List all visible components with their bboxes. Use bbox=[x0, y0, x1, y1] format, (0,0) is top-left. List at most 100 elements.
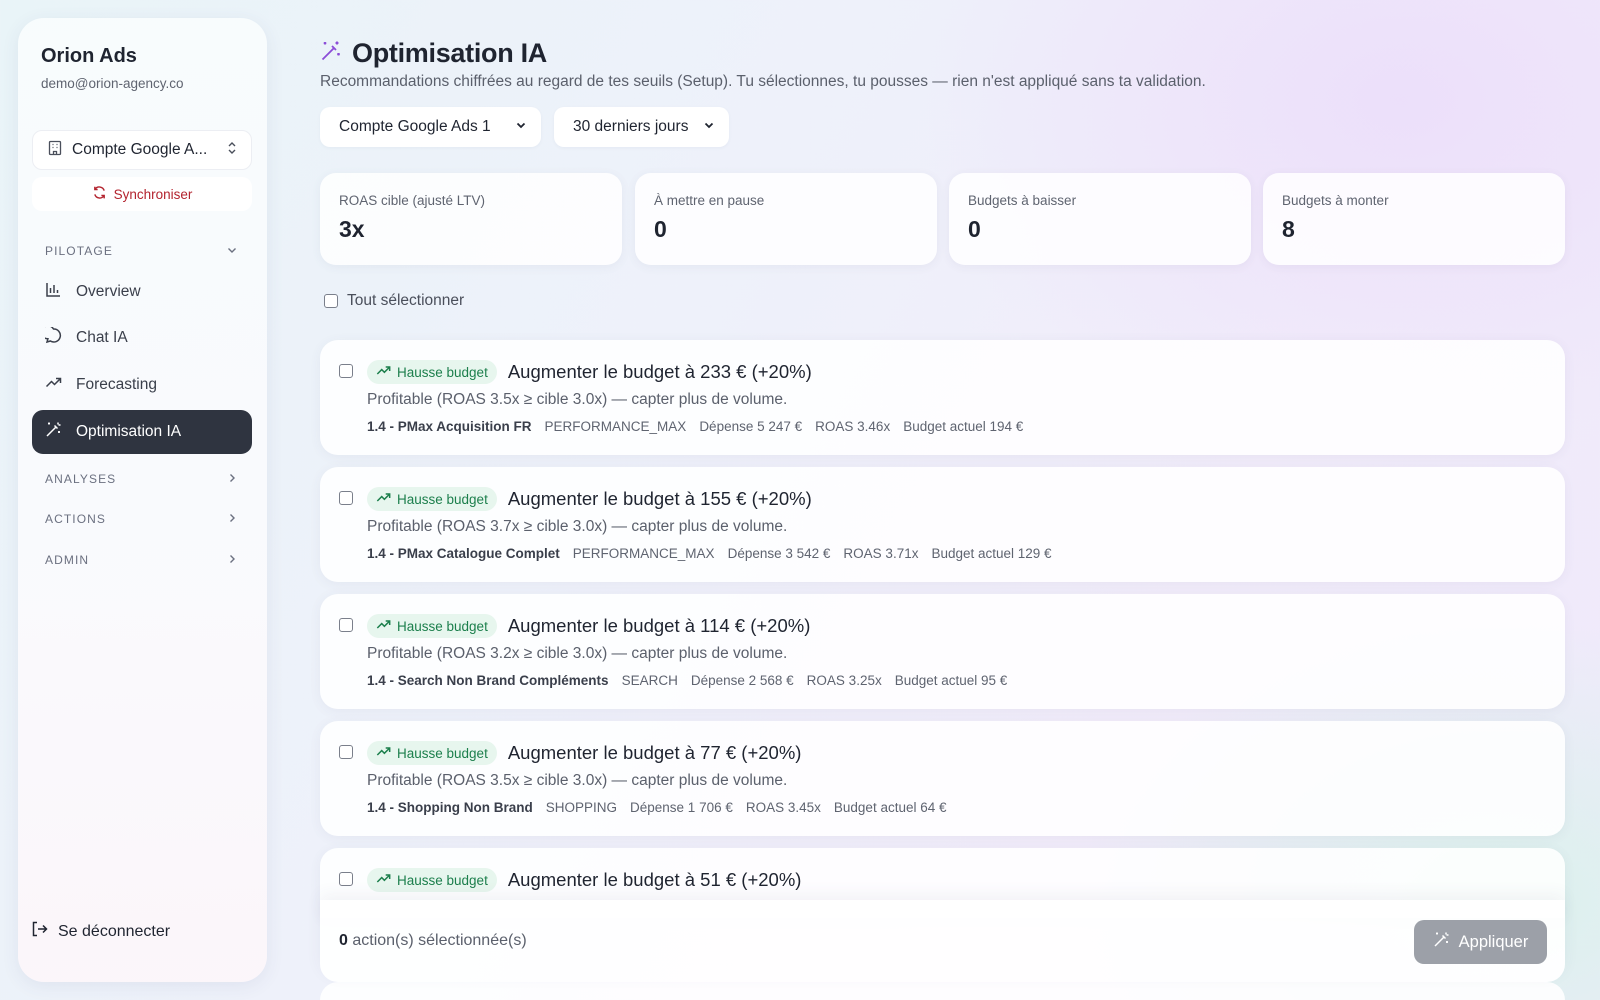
trending-up-icon bbox=[376, 363, 391, 381]
chevron-right-icon bbox=[226, 553, 238, 568]
campaign-budget: Budget actuel 64 € bbox=[833, 800, 947, 815]
badge-label: Hausse budget bbox=[397, 491, 488, 507]
magic-wand-icon bbox=[45, 421, 62, 443]
account-filter-select[interactable]: Compte Google Ads 1 bbox=[320, 107, 541, 147]
campaign-name: 1.4 - PMax Catalogue Complet bbox=[367, 546, 560, 561]
campaign-name: 1.4 - PMax Acquisition FR bbox=[367, 419, 532, 434]
chevron-updown-icon bbox=[227, 141, 237, 160]
campaign-type: SHOPPING bbox=[545, 800, 618, 815]
recommendation-meta: 1.4 - PMax Acquisition FR PERFORMANCE_MA… bbox=[367, 419, 1023, 434]
selection-count: 0 action(s) sélectionnée(s) bbox=[339, 932, 527, 950]
trending-up-icon bbox=[376, 744, 391, 762]
badge-label: Hausse budget bbox=[397, 364, 488, 380]
page-title: Optimisation IA bbox=[352, 38, 548, 68]
recommendation-checkbox[interactable] bbox=[339, 872, 353, 886]
campaign-roas: ROAS 3.46x bbox=[815, 419, 891, 434]
recommendation-card: Hausse budget Augmenter le budget à 77 €… bbox=[320, 721, 1565, 836]
sidebar-item-label: Optimisation IA bbox=[76, 423, 182, 440]
recommendation-description: Profitable (ROAS 3.5x ≥ cible 3.0x) — ca… bbox=[367, 391, 788, 408]
recommendation-meta: 1.4 - Shopping Non Brand SHOPPING Dépens… bbox=[367, 800, 947, 815]
select-all-label: Tout sélectionner bbox=[347, 292, 465, 309]
trending-up-icon bbox=[376, 617, 391, 635]
recommendation-card: Hausse budget Augmenter le budget à 233 … bbox=[320, 340, 1565, 455]
campaign-spend: Dépense 2 568 € bbox=[690, 673, 794, 688]
recommendation-meta: 1.4 - PMax Catalogue Complet PERFORMANCE… bbox=[367, 546, 1052, 561]
sync-button[interactable]: Synchroniser bbox=[32, 177, 252, 211]
sidebar-item-chat-ia[interactable]: Chat IA bbox=[32, 316, 252, 360]
status-badge: Hausse budget bbox=[367, 487, 497, 511]
nav-group-label: ANALYSES bbox=[45, 472, 117, 486]
chevron-right-icon bbox=[226, 472, 238, 487]
campaign-roas: ROAS 3.45x bbox=[745, 800, 821, 815]
page-header: Optimisation IA bbox=[320, 38, 547, 69]
nav-group-admin[interactable]: ADMIN bbox=[32, 545, 252, 575]
sidebar-item-optimisation-ia[interactable]: Optimisation IA bbox=[32, 410, 252, 454]
nav-group-actions[interactable]: ACTIONS bbox=[32, 504, 252, 534]
nav-group-analyses[interactable]: ANALYSES bbox=[32, 464, 252, 494]
recommendation-title: Augmenter le budget à 155 € (+20%) bbox=[507, 488, 812, 509]
status-badge: Hausse budget bbox=[367, 741, 497, 765]
campaign-name: 1.4 - Shopping Non Brand bbox=[367, 800, 533, 815]
status-badge: Hausse budget bbox=[367, 614, 497, 638]
recommendation-checkbox[interactable] bbox=[339, 364, 353, 378]
chevron-down-icon bbox=[703, 118, 715, 136]
apply-label: Appliquer bbox=[1458, 932, 1529, 951]
apply-button[interactable]: Appliquer bbox=[1414, 920, 1547, 964]
account-selector[interactable]: Compte Google A... bbox=[32, 130, 252, 170]
account-filter-value: Compte Google Ads 1 bbox=[339, 118, 491, 135]
logout-button[interactable]: Se déconnecter bbox=[30, 920, 170, 943]
recommendation-title: Augmenter le budget à 233 € (+20%) bbox=[507, 361, 812, 382]
stat-value: 3x bbox=[339, 216, 365, 242]
recommendation-title: Augmenter le budget à 51 € (+20%) bbox=[507, 869, 802, 890]
bar-chart-icon bbox=[45, 281, 62, 303]
recommendation-card-partial bbox=[320, 982, 1565, 1000]
recommendation-description: Profitable (ROAS 3.2x ≥ cible 3.0x) — ca… bbox=[367, 645, 788, 662]
stat-value: 8 bbox=[1282, 216, 1295, 242]
refresh-icon bbox=[92, 185, 107, 203]
recommendation-title: Augmenter le budget à 77 € (+20%) bbox=[507, 742, 802, 763]
magic-wand-icon bbox=[320, 40, 342, 67]
stat-card-budgets-up: Budgets à monter 8 bbox=[1263, 173, 1565, 265]
brand-name: Orion Ads bbox=[41, 45, 137, 67]
period-filter-select[interactable]: 30 derniers jours bbox=[554, 107, 729, 147]
logout-icon bbox=[30, 920, 48, 943]
recommendation-title: Augmenter le budget à 114 € (+20%) bbox=[507, 615, 811, 636]
sidebar-item-label: Forecasting bbox=[76, 376, 157, 393]
stat-label: À mettre en pause bbox=[654, 193, 765, 208]
campaign-budget: Budget actuel 95 € bbox=[894, 673, 1008, 688]
selection-action-bar: 0 action(s) sélectionnée(s) Appliquer bbox=[320, 900, 1565, 982]
recommendation-checkbox[interactable] bbox=[339, 618, 353, 632]
nav-group-label: ADMIN bbox=[45, 553, 90, 567]
sidebar-item-label: Overview bbox=[76, 283, 141, 300]
nav-group-pilotage[interactable]: PILOTAGE bbox=[32, 236, 252, 266]
select-all[interactable]: Tout sélectionner bbox=[324, 292, 464, 310]
nav-group-label: ACTIONS bbox=[45, 512, 107, 526]
campaign-budget: Budget actuel 129 € bbox=[931, 546, 1052, 561]
sidebar-item-overview[interactable]: Overview bbox=[32, 270, 252, 314]
campaign-budget: Budget actuel 194 € bbox=[903, 419, 1024, 434]
sidebar-item-label: Chat IA bbox=[76, 329, 128, 346]
stat-label: Budgets à monter bbox=[1282, 193, 1389, 208]
stat-label: Budgets à baisser bbox=[968, 193, 1077, 208]
recommendation-meta: 1.4 - Search Non Brand Compléments SEARC… bbox=[367, 673, 1007, 688]
sidebar-item-forecasting[interactable]: Forecasting bbox=[32, 363, 252, 407]
selection-count-number: 0 bbox=[339, 932, 348, 949]
status-badge: Hausse budget bbox=[367, 360, 497, 384]
campaign-spend: Dépense 5 247 € bbox=[699, 419, 803, 434]
period-filter-value: 30 derniers jours bbox=[573, 118, 689, 135]
recommendation-checkbox[interactable] bbox=[339, 745, 353, 759]
campaign-type: PERFORMANCE_MAX bbox=[572, 546, 715, 561]
chevron-right-icon bbox=[226, 512, 238, 527]
badge-label: Hausse budget bbox=[397, 872, 488, 888]
stat-value: 0 bbox=[654, 216, 667, 242]
recommendation-checkbox[interactable] bbox=[339, 491, 353, 505]
campaign-type: SEARCH bbox=[621, 673, 678, 688]
select-all-checkbox[interactable] bbox=[324, 294, 338, 308]
stat-card-roas-target: ROAS cible (ajusté LTV) 3x bbox=[320, 173, 622, 265]
logout-label: Se déconnecter bbox=[58, 922, 171, 940]
building-icon bbox=[47, 140, 63, 161]
sidebar: Orion Ads demo@orion-agency.co Compte Go… bbox=[18, 18, 267, 982]
stat-card-budgets-down: Budgets à baisser 0 bbox=[949, 173, 1251, 265]
trending-up-icon bbox=[376, 490, 391, 508]
recommendation-card: Hausse budget Augmenter le budget à 114 … bbox=[320, 594, 1565, 709]
